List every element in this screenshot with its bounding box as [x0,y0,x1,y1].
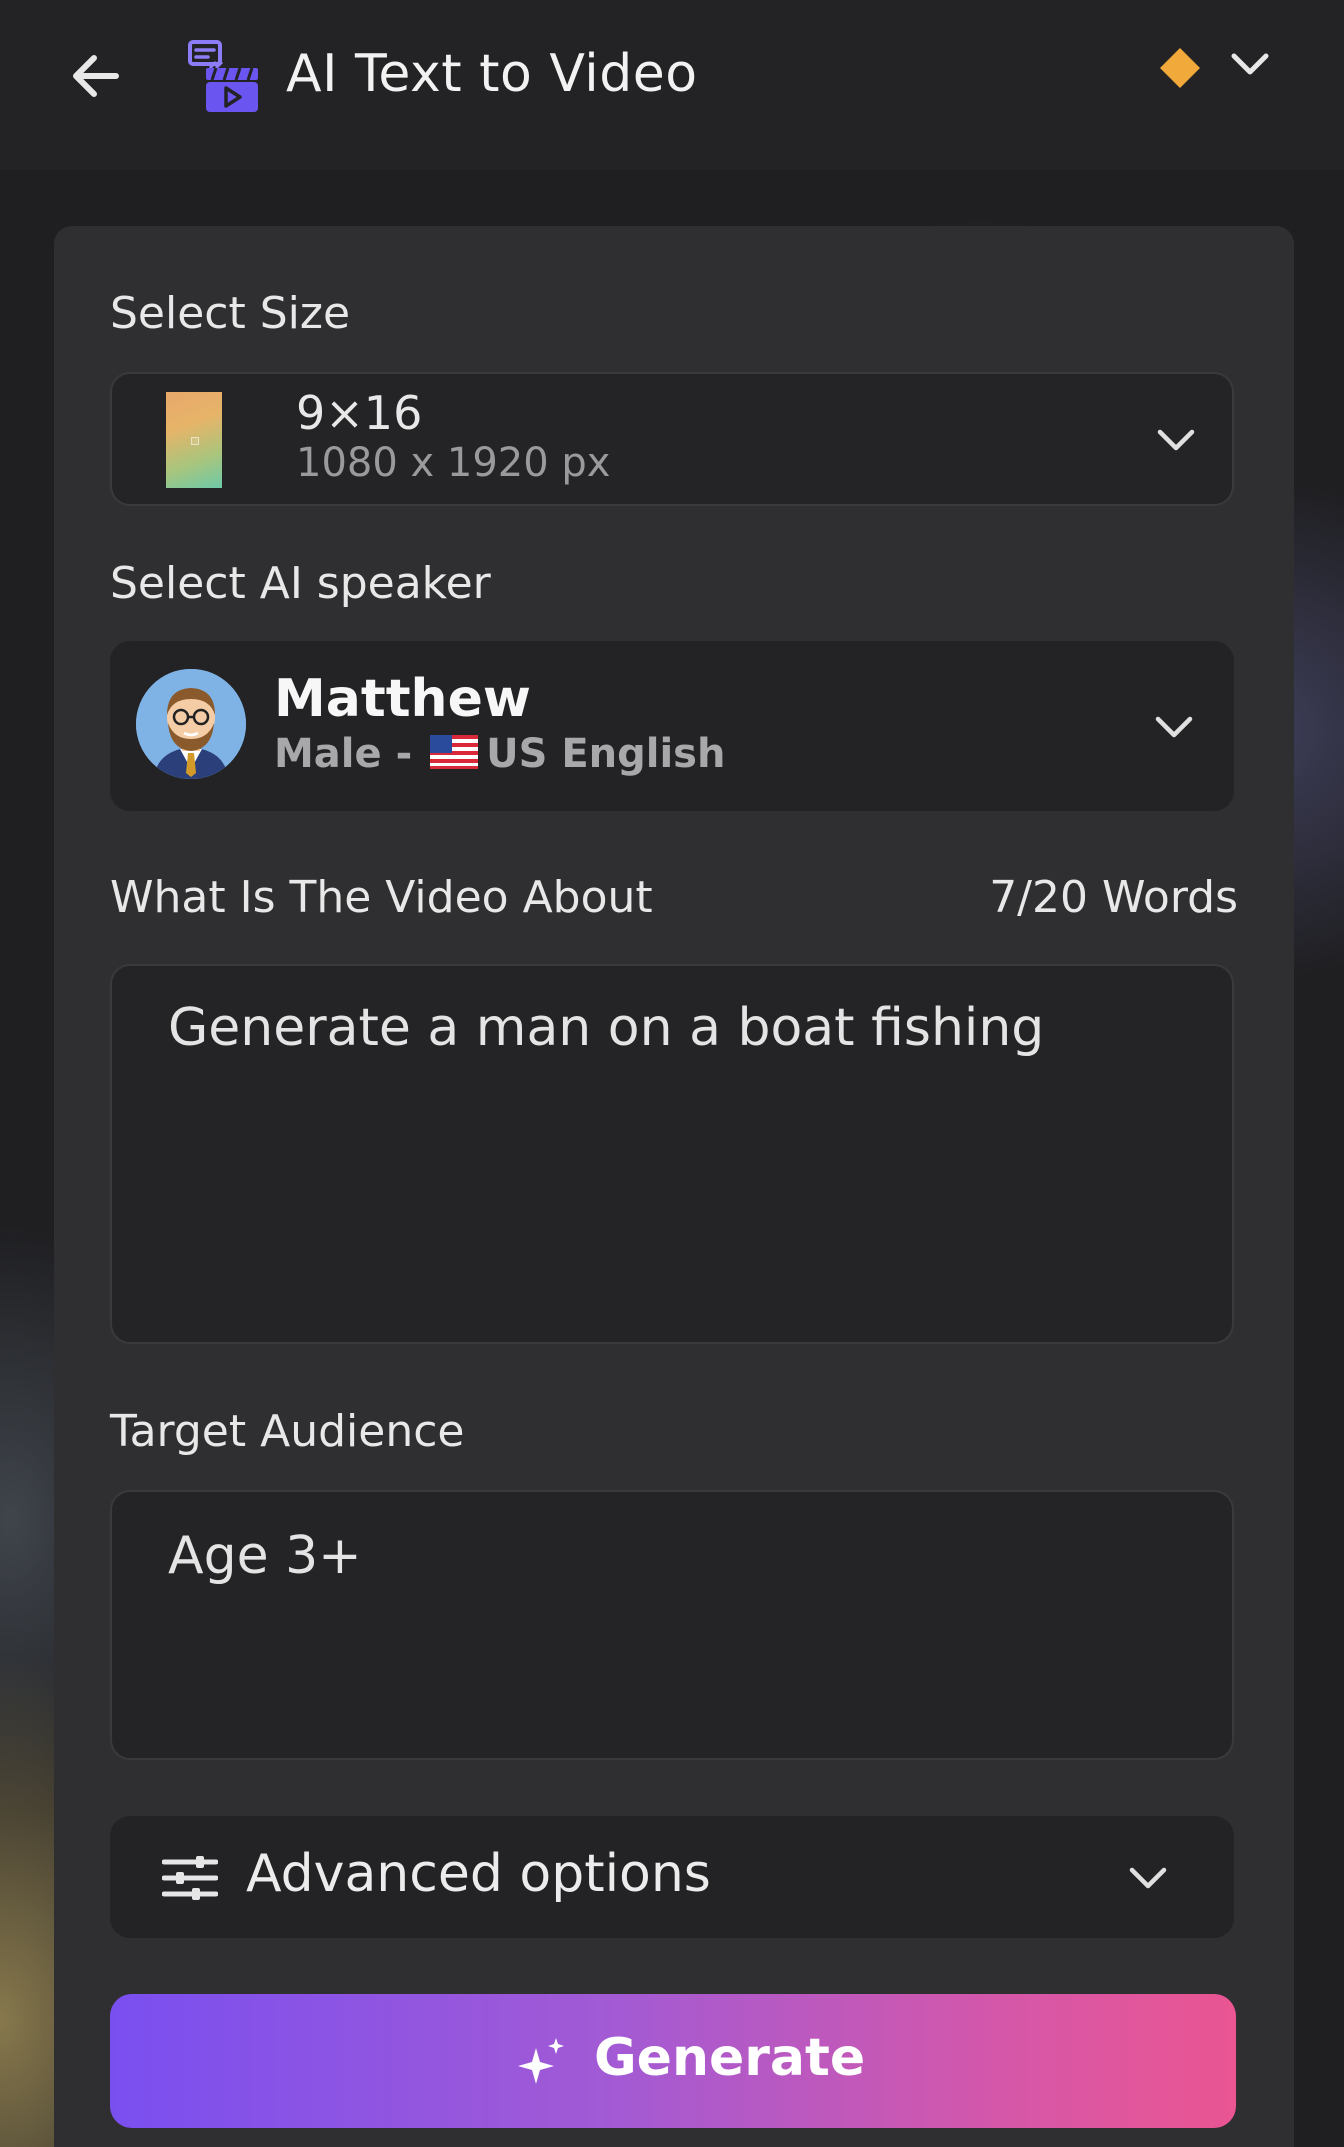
size-thumbnail [166,392,222,488]
account-menu-button[interactable] [1228,46,1272,86]
us-flag-icon [430,733,479,779]
back-button[interactable] [66,48,126,104]
text-to-video-icon [186,38,262,114]
speaker-details: Male - US English [274,731,725,779]
page-title: AI Text to Video [286,44,698,104]
speaker-gender: Male - [274,731,413,777]
target-audience-text: Age 3+ [168,1526,362,1586]
select-speaker-label: Select AI speaker [110,558,491,609]
video-about-label: What Is The Video About [110,872,653,923]
chevron-down-icon [1157,429,1195,451]
speaker-selector[interactable]: Matthew Male - US English [110,641,1234,811]
select-size-label: Select Size [110,288,351,339]
video-about-textarea[interactable]: Generate a man on a boat fishing [110,964,1234,1344]
arrow-left-icon [73,55,119,97]
speaker-language: US English [486,731,726,777]
size-dimensions: 1080 x 1920 px [296,440,611,486]
speaker-name: Matthew [274,669,531,729]
chevron-down-icon [1231,53,1269,75]
advanced-options-toggle[interactable]: Advanced options [110,1816,1234,1938]
target-audience-input[interactable]: Age 3+ [110,1490,1234,1760]
sparkles-icon [518,2038,564,2084]
diamond-icon[interactable] [1158,46,1202,90]
size-selector[interactable]: 9×16 1080 x 1920 px [110,372,1234,506]
settings-panel: Select Size 9×16 1080 x 1920 px Select A… [54,226,1294,2147]
word-count: 7/20 Words [989,872,1238,923]
sliders-icon [162,1856,218,1900]
advanced-options-label: Advanced options [246,1844,711,1904]
top-bar: AI Text to Video [0,0,1344,170]
generate-button[interactable]: Generate [110,1994,1236,2128]
chevron-down-icon [1155,716,1193,738]
video-about-text: Generate a man on a boat fishing [168,998,1045,1058]
target-audience-label: Target Audience [110,1406,465,1457]
avatar [136,669,246,779]
chevron-down-icon [1129,1867,1167,1889]
generate-label: Generate [594,2028,866,2088]
size-ratio: 9×16 [296,386,423,440]
